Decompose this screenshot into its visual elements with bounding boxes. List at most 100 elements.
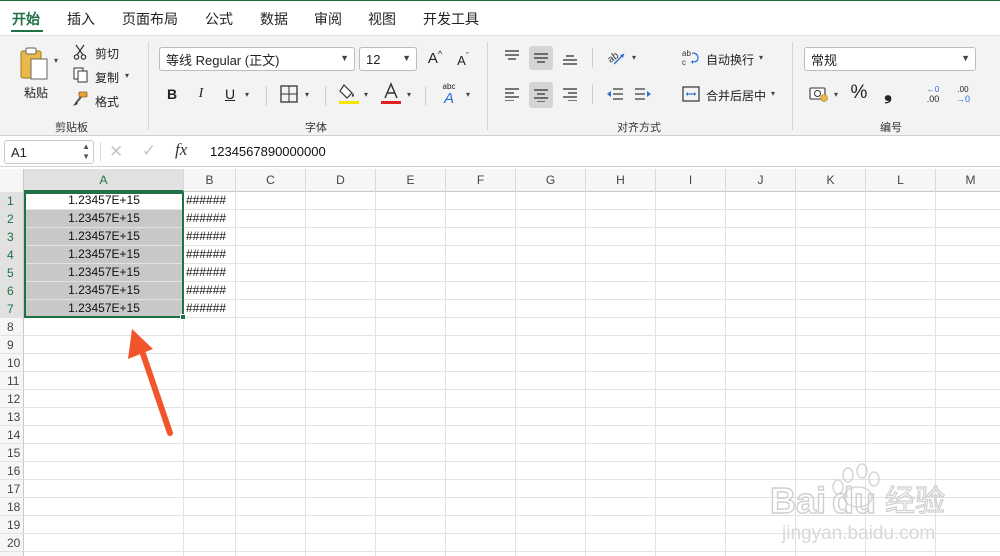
column-header-a[interactable]: A: [24, 169, 184, 192]
row-header-10[interactable]: 10: [0, 354, 24, 372]
tab-home[interactable]: 开始: [12, 9, 40, 29]
cell-a5[interactable]: 1.23457E+15: [25, 264, 183, 281]
decrease-indent-button[interactable]: [604, 82, 626, 106]
cell-b1[interactable]: ######: [186, 192, 236, 209]
font-color-button[interactable]: [379, 81, 403, 107]
row-header-7[interactable]: 7: [0, 300, 24, 318]
cell-a3[interactable]: 1.23457E+15: [25, 228, 183, 245]
row-header-11[interactable]: 11: [0, 372, 24, 390]
orientation-button[interactable]: ab: [604, 46, 628, 68]
borders-button[interactable]: [278, 83, 300, 105]
align-bottom-button[interactable]: [559, 46, 581, 70]
increase-decimal-button[interactable]: ←0 .00: [921, 82, 945, 106]
tab-data[interactable]: 数据: [260, 9, 288, 29]
select-all-corner[interactable]: [0, 169, 24, 192]
row-header-4[interactable]: 4: [0, 246, 24, 264]
phonetic-dropdown-icon[interactable]: ▾: [466, 90, 470, 99]
row-header-13[interactable]: 13: [0, 408, 24, 426]
wrap-text-dropdown-icon[interactable]: ▾: [759, 53, 763, 62]
row-header-12[interactable]: 12: [0, 390, 24, 408]
increase-font-size-button[interactable]: A ^: [424, 48, 446, 68]
row-header-16[interactable]: 16: [0, 462, 24, 480]
cancel-icon[interactable]: ✕: [109, 142, 123, 162]
formula-input[interactable]: 1234567890000000: [210, 144, 326, 159]
row-header-15[interactable]: 15: [0, 444, 24, 462]
cell-a1[interactable]: 1.23457E+15: [25, 192, 183, 209]
row-header-8[interactable]: 8: [0, 318, 24, 336]
name-box-spinner-icon[interactable]: ▲ ▼: [82, 142, 90, 162]
font-size-select[interactable]: 12 ▼: [359, 47, 417, 71]
phonetic-guide-button[interactable]: abc A: [437, 81, 461, 107]
row-header-6[interactable]: 6: [0, 282, 24, 300]
column-header-f[interactable]: F: [446, 169, 516, 192]
decrease-decimal-button[interactable]: .00 →0: [951, 82, 975, 106]
fill-handle[interactable]: [180, 314, 186, 320]
cell-a6[interactable]: 1.23457E+15: [25, 282, 183, 299]
format-painter-button[interactable]: [70, 90, 90, 108]
row-header-17[interactable]: 17: [0, 480, 24, 498]
paste-dropdown-icon[interactable]: ▾: [54, 56, 58, 65]
column-header-k[interactable]: K: [796, 169, 866, 192]
align-left-button[interactable]: [501, 82, 523, 106]
merge-center-button[interactable]: 合并后居中: [706, 87, 766, 104]
bold-button[interactable]: B: [162, 83, 182, 105]
percent-style-button[interactable]: %: [848, 81, 870, 105]
cut-label[interactable]: 剪切: [95, 45, 119, 62]
underline-button[interactable]: U: [220, 83, 240, 105]
row-header-9[interactable]: 9: [0, 336, 24, 354]
tab-formulas[interactable]: 公式: [205, 9, 233, 29]
column-header-l[interactable]: L: [866, 169, 936, 192]
fill-color-button[interactable]: [337, 81, 361, 107]
name-box[interactable]: A1 ▲ ▼: [4, 140, 94, 164]
tab-insert[interactable]: 插入: [67, 9, 95, 29]
copy-button[interactable]: [70, 66, 90, 84]
column-header-b[interactable]: B: [184, 169, 236, 192]
row-header-14[interactable]: 14: [0, 426, 24, 444]
tab-developer[interactable]: 开发工具: [423, 9, 479, 29]
underline-dropdown-icon[interactable]: ▾: [245, 90, 249, 99]
tab-page-layout[interactable]: 页面布局: [122, 9, 178, 29]
column-header-e[interactable]: E: [376, 169, 446, 192]
paste-button[interactable]: [14, 44, 54, 84]
copy-dropdown-icon[interactable]: ▾: [125, 71, 129, 80]
cell-b7[interactable]: ######: [186, 300, 236, 317]
increase-indent-button[interactable]: [632, 82, 654, 106]
merge-center-dropdown-icon[interactable]: ▾: [771, 89, 775, 98]
row-header-20[interactable]: 20: [0, 534, 24, 552]
row-header-3[interactable]: 3: [0, 228, 24, 246]
accounting-dropdown-icon[interactable]: ▾: [834, 90, 838, 99]
confirm-icon[interactable]: ✓: [142, 141, 156, 161]
cell-b4[interactable]: ######: [186, 246, 236, 263]
row-header-19[interactable]: 19: [0, 516, 24, 534]
comma-style-button[interactable]: ❟: [878, 81, 898, 105]
column-header-g[interactable]: G: [516, 169, 586, 192]
column-header-c[interactable]: C: [236, 169, 306, 192]
cell-b5[interactable]: ######: [186, 264, 236, 281]
decrease-font-size-button[interactable]: Aˇ: [452, 50, 474, 70]
row-header-2[interactable]: 2: [0, 210, 24, 228]
borders-dropdown-icon[interactable]: ▾: [305, 90, 309, 99]
font-color-dropdown-icon[interactable]: ▾: [407, 90, 411, 99]
cell-a7[interactable]: 1.23457E+15: [25, 300, 183, 317]
tab-review[interactable]: 审阅: [314, 9, 342, 29]
wrap-text-button[interactable]: 自动换行: [706, 51, 754, 68]
cell-b2[interactable]: ######: [186, 210, 236, 227]
column-header-h[interactable]: H: [586, 169, 656, 192]
copy-label[interactable]: 复制: [95, 69, 119, 86]
number-format-select[interactable]: 常规 ▼: [804, 47, 976, 71]
cell-a2[interactable]: 1.23457E+15: [25, 210, 183, 227]
cut-button[interactable]: [70, 43, 90, 61]
align-right-button[interactable]: [559, 82, 581, 106]
row-header-1[interactable]: 1: [0, 192, 24, 210]
format-painter-label[interactable]: 格式: [95, 93, 119, 110]
italic-button[interactable]: I: [191, 83, 211, 105]
row-header-5[interactable]: 5: [0, 264, 24, 282]
tab-view[interactable]: 视图: [368, 9, 396, 29]
align-middle-button[interactable]: [529, 46, 553, 70]
accounting-format-button[interactable]: [807, 83, 831, 105]
fill-color-dropdown-icon[interactable]: ▾: [364, 90, 368, 99]
column-header-i[interactable]: I: [656, 169, 726, 192]
cell-b6[interactable]: ######: [186, 282, 236, 299]
font-family-select[interactable]: 等线 Regular (正文) ▼: [159, 47, 355, 71]
row-header-21[interactable]: 21: [0, 552, 24, 556]
